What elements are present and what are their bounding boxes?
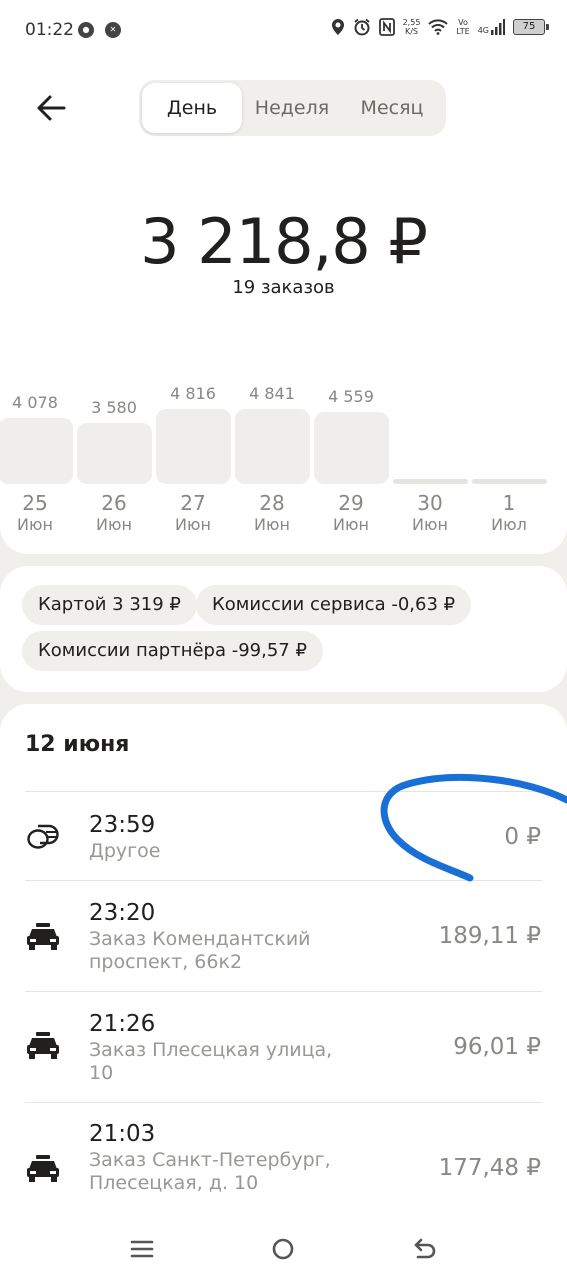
coins-icon — [27, 824, 59, 849]
item-amount: 96,01 ₽ — [453, 1034, 541, 1060]
annotation-scribble — [380, 773, 567, 882]
system-nav-bar — [0, 1218, 567, 1280]
chart-value-label: 4 559 — [328, 387, 374, 406]
earnings-chart[interactable]: 4 078 25 Июн 3 580 26 Июн 4 816 27 Июн 4 841 28 Июн… — [0, 380, 567, 540]
taxi-icon — [27, 1032, 59, 1059]
chart-month-label: Июн — [254, 515, 290, 534]
chart-day-label: 26 — [101, 491, 127, 515]
chart-day-label: 1 — [502, 491, 516, 515]
status-icons: 2,55 K/S Vo LTE 4G 75 — [331, 18, 549, 36]
card-payment-pill[interactable]: Картой 3 319 ₽ — [22, 585, 197, 625]
app-icon: ✕ — [105, 22, 121, 38]
chart-month-label: Июн — [175, 515, 211, 534]
item-desc: Заказ Комендантский проспект, 66к2 — [89, 928, 311, 973]
wifi-icon — [428, 19, 449, 35]
mir-icon: ● — [78, 22, 94, 38]
chart-bar[interactable] — [472, 479, 547, 484]
net-speed-unit: K/S — [404, 27, 419, 36]
orders-count: 19 заказов — [232, 277, 335, 298]
chart-value-label: 3 580 — [91, 398, 137, 417]
volte-top: Vo — [458, 18, 468, 27]
service-fee-pill[interactable]: Комиссии сервиса -0,63 ₽ — [196, 585, 472, 625]
chart-month-label: Июн — [412, 515, 448, 534]
chart-value-label: 4 078 — [12, 393, 58, 412]
list-date-header: 12 июня — [25, 732, 130, 757]
taxi-icon — [27, 1155, 59, 1182]
chart-bar[interactable] — [77, 423, 152, 484]
alarm-icon — [354, 18, 370, 36]
chart-month-label: Июн — [17, 515, 53, 534]
item-time: 21:26 — [89, 1011, 156, 1037]
arrow-left-icon — [37, 95, 66, 121]
net-speed-value: 2,55 — [402, 18, 421, 27]
chart-day-label: 29 — [338, 491, 364, 515]
chart-day-label: 27 — [180, 491, 206, 515]
chart-day-label: 25 — [22, 491, 48, 515]
chart-month-label: Июн — [96, 515, 132, 534]
location-icon — [331, 19, 344, 35]
menu-icon[interactable] — [125, 1232, 159, 1266]
total-amount: 3 218,8 ₽ — [140, 205, 428, 278]
network-type: 4G — [477, 26, 489, 35]
battery-icon: 75 — [513, 19, 549, 35]
item-amount: 189,11 ₽ — [438, 923, 541, 949]
back-button[interactable] — [32, 88, 72, 128]
status-bar: 01:22 ● ✕ 2,55 K/S Vo LTE 4G 75 — [0, 0, 567, 62]
chart-bar[interactable] — [156, 409, 231, 484]
list-item[interactable]: 21:03 Заказ Санкт-Петербург, Плесецкая, … — [0, 1103, 567, 1218]
chart-bar[interactable] — [0, 418, 73, 484]
list-item[interactable]: 23:20 Заказ Комендантский проспект, 66к2… — [0, 881, 567, 991]
signal-icon: 4G — [478, 19, 505, 35]
tab-week[interactable]: Неделя — [242, 83, 342, 133]
taxi-icon — [27, 923, 59, 950]
status-time: 01:22 — [25, 20, 74, 40]
chart-month-label: Июл — [491, 515, 527, 534]
item-desc: Другое — [89, 840, 161, 862]
item-time: 23:20 — [89, 900, 156, 926]
item-desc: Заказ Плесецкая улица, 10 — [89, 1039, 333, 1084]
chart-day-label: 28 — [259, 491, 285, 515]
chart-bar[interactable] — [393, 479, 468, 484]
tab-day[interactable]: День — [142, 83, 242, 133]
chart-value-label: 4 841 — [249, 384, 295, 403]
list-item[interactable]: 21:26 Заказ Плесецкая улица, 10 96,01 ₽ — [0, 992, 567, 1102]
period-tabs: День Неделя Месяц — [139, 80, 446, 136]
item-time: 23:59 — [89, 812, 156, 838]
back-nav-icon[interactable] — [408, 1232, 442, 1266]
net-speed: 2,55 K/S — [403, 18, 421, 36]
home-icon[interactable] — [266, 1232, 300, 1266]
volte: Vo LTE — [456, 18, 469, 36]
nfc-icon — [378, 18, 395, 36]
item-amount: 177,48 ₽ — [438, 1155, 541, 1181]
volte-bottom: LTE — [456, 27, 470, 36]
item-desc: Заказ Санкт-Петербург, Плесецкая, д. 10 — [89, 1149, 331, 1194]
chart-day-label: 30 — [417, 491, 443, 515]
tab-month[interactable]: Месяц — [342, 83, 442, 133]
chart-bar[interactable] — [235, 409, 310, 484]
chart-month-label: Июн — [333, 515, 369, 534]
item-time: 21:03 — [89, 1121, 156, 1147]
chart-value-label: 4 816 — [170, 384, 216, 403]
partner-fee-pill[interactable]: Комиссии партнёра -99,57 ₽ — [22, 631, 323, 671]
chart-bar[interactable] — [314, 412, 389, 484]
